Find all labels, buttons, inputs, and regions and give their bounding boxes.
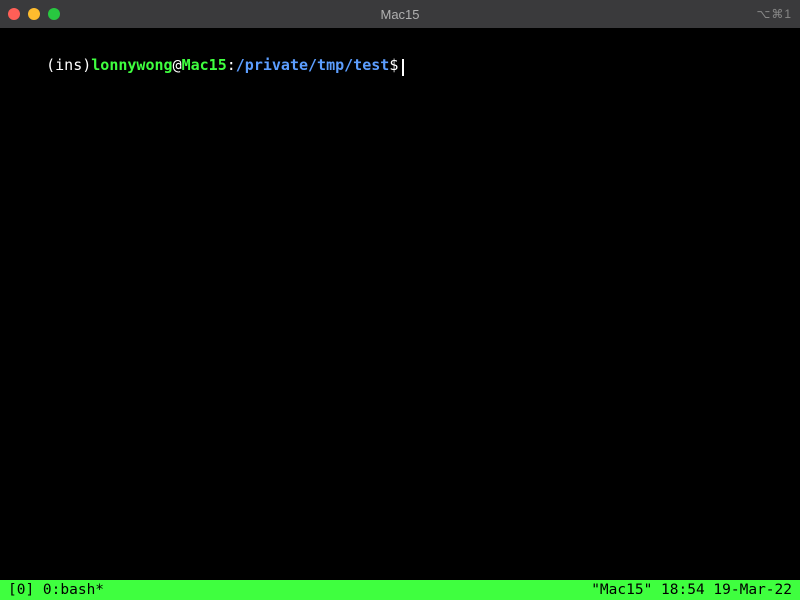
status-right: "Mac15" 18:54 19-Mar-22 bbox=[591, 582, 792, 598]
titlebar: Mac15 ⌥⌘1 bbox=[0, 0, 800, 28]
prompt-colon: : bbox=[227, 56, 236, 74]
prompt-path: /private/tmp/test bbox=[236, 56, 390, 74]
prompt-mode-close: ) bbox=[82, 56, 91, 74]
terminal-body[interactable]: (ins)lonnywong@Mac15:/private/tmp/test$ bbox=[0, 28, 800, 580]
minimize-icon[interactable] bbox=[28, 8, 40, 20]
status-left: [0] 0:bash* bbox=[8, 582, 104, 598]
prompt-line: (ins)lonnywong@Mac15:/private/tmp/test$ bbox=[10, 36, 790, 95]
prompt-mode: ins bbox=[55, 56, 82, 74]
close-icon[interactable] bbox=[8, 8, 20, 20]
titlebar-shortcut-indicator: ⌥⌘1 bbox=[756, 7, 792, 21]
prompt-at: @ bbox=[173, 56, 182, 74]
prompt-user: lonnywong bbox=[91, 56, 172, 74]
traffic-lights bbox=[8, 8, 60, 20]
maximize-icon[interactable] bbox=[48, 8, 60, 20]
tmux-statusbar: [0] 0:bash* "Mac15" 18:54 19-Mar-22 bbox=[0, 580, 800, 600]
window-title: Mac15 bbox=[380, 7, 419, 22]
prompt-mode-open: ( bbox=[46, 56, 55, 74]
cursor-icon bbox=[402, 59, 404, 76]
prompt-dollar: $ bbox=[389, 56, 398, 74]
prompt-host: Mac15 bbox=[182, 56, 227, 74]
